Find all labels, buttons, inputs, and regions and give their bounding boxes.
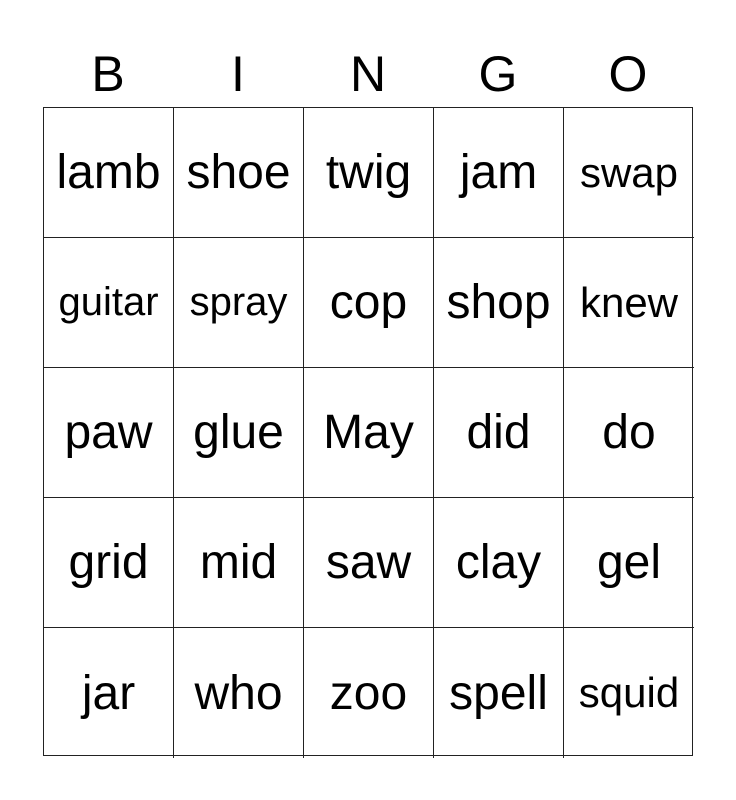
- cell-word: saw: [325, 536, 412, 589]
- cell-word: glue: [193, 406, 284, 459]
- bingo-cell: twig: [304, 108, 434, 238]
- bingo-cell: mid: [174, 498, 304, 628]
- cell-word: do: [602, 406, 656, 459]
- header-letter-g: G: [478, 46, 518, 102]
- cell-word: swap: [579, 148, 679, 196]
- cell-word: spell: [449, 666, 548, 720]
- cell-word: squid: [578, 669, 680, 716]
- bingo-cell: clay: [434, 498, 564, 628]
- cell-word: twig: [325, 146, 412, 199]
- cell-word: guitar: [58, 280, 159, 324]
- bingo-cell: jam: [434, 108, 564, 238]
- cell-word: grid: [68, 536, 149, 589]
- bingo-cell: jar: [44, 628, 174, 758]
- cell-word: zoo: [329, 666, 408, 720]
- cell-word: did: [466, 406, 531, 459]
- cell-word: mid: [199, 536, 278, 589]
- bingo-cell: did: [434, 368, 564, 498]
- header-letter-i: I: [231, 46, 245, 102]
- bingo-cell: spray: [174, 238, 304, 368]
- bingo-cell: squid: [564, 628, 694, 758]
- cell-word: paw: [64, 406, 153, 459]
- cell-word: clay: [455, 536, 542, 589]
- cell-word: May: [323, 406, 414, 459]
- bingo-cell: lamb: [44, 108, 174, 238]
- cell-word: lamb: [56, 146, 161, 199]
- bingo-cell: swap: [564, 108, 694, 238]
- bingo-cell: cop: [304, 238, 434, 368]
- header-letter-n: N: [349, 46, 387, 102]
- bingo-cell: saw: [304, 498, 434, 628]
- bingo-header: B I N G O: [43, 42, 693, 106]
- cell-word: knew: [579, 278, 679, 326]
- cell-word: cop: [329, 276, 408, 329]
- bingo-cell: knew: [564, 238, 694, 368]
- bingo-cell: shop: [434, 238, 564, 368]
- bingo-cell: gel: [564, 498, 694, 628]
- cell-word: gel: [596, 536, 662, 589]
- bingo-cell: spell: [434, 628, 564, 758]
- header-letter-o: O: [608, 46, 648, 102]
- cell-word: shoe: [186, 146, 291, 199]
- bingo-cell: who: [174, 628, 304, 758]
- cell-word: spray: [189, 280, 288, 324]
- bingo-cell: grid: [44, 498, 174, 628]
- bingo-cell: paw: [44, 368, 174, 498]
- cell-word: jam: [459, 146, 538, 199]
- bingo-grid: lamb shoe twig jam swap guitar spray cop…: [43, 107, 694, 758]
- bingo-cell: zoo: [304, 628, 434, 758]
- bingo-cell: glue: [174, 368, 304, 498]
- bingo-cell: guitar: [44, 238, 174, 368]
- bingo-cell: do: [564, 368, 694, 498]
- cell-word: shop: [446, 276, 551, 329]
- cell-word: jar: [81, 666, 136, 720]
- cell-word: who: [194, 666, 283, 720]
- header-letter-b: B: [91, 46, 125, 102]
- bingo-cell: May: [304, 368, 434, 498]
- bingo-cell: shoe: [174, 108, 304, 238]
